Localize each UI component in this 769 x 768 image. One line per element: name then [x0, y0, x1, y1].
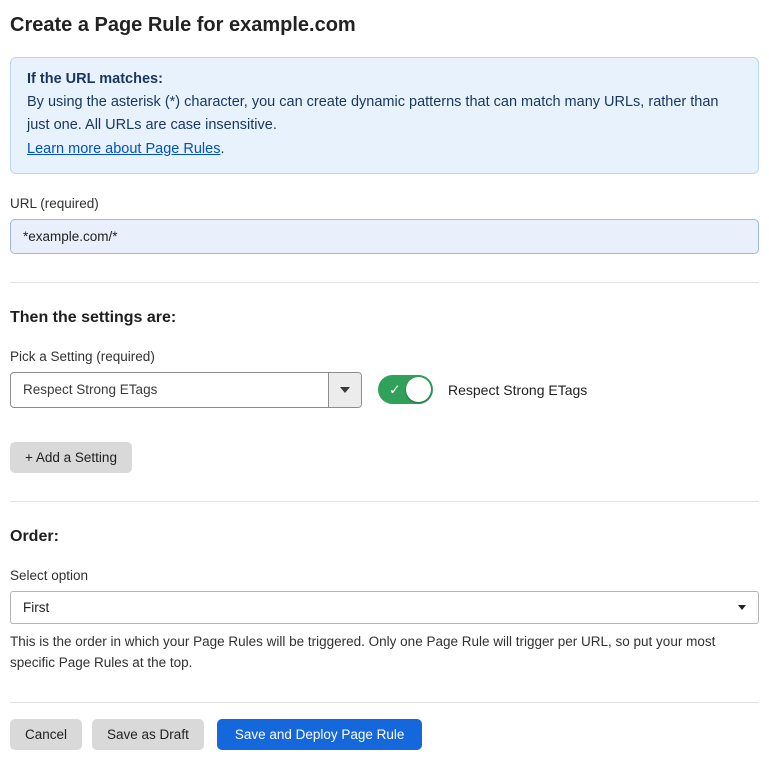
order-help-text: This is the order in which your Page Rul…: [10, 632, 755, 674]
order-select-value: First: [23, 600, 49, 615]
link-period-text: .: [220, 141, 224, 157]
info-box-body: By using the asterisk (*) character, you…: [27, 91, 742, 137]
url-input[interactable]: [10, 219, 759, 254]
page-title: Create a Page Rule for example.com: [10, 14, 759, 37]
caret-down-icon: [340, 387, 350, 393]
section-divider: [10, 282, 759, 283]
setting-row: Respect Strong ETags ✓ Respect Strong ET…: [10, 372, 759, 408]
page-rule-form: Create a Page Rule for example.com If th…: [10, 14, 759, 750]
caret-down-icon: [738, 605, 746, 610]
learn-more-link[interactable]: Learn more about Page Rules: [27, 141, 220, 157]
url-label: URL (required): [10, 196, 759, 211]
order-select-label: Select option: [10, 568, 759, 583]
setting-select-value: Respect Strong ETags: [11, 373, 328, 407]
settings-heading: Then the settings are:: [10, 309, 759, 327]
section-divider: [10, 501, 759, 502]
save-draft-button[interactable]: Save as Draft: [92, 719, 204, 750]
cancel-button[interactable]: Cancel: [10, 719, 82, 750]
pick-setting-label: Pick a Setting (required): [10, 349, 759, 364]
setting-select-caret-button[interactable]: [328, 373, 361, 407]
etags-toggle-switch[interactable]: ✓: [378, 375, 433, 404]
info-box-heading: If the URL matches:: [27, 68, 742, 91]
save-deploy-button[interactable]: Save and Deploy Page Rule: [217, 719, 423, 750]
footer-actions: Cancel Save as Draft Save and Deploy Pag…: [10, 719, 759, 750]
setting-select-dropdown[interactable]: Respect Strong ETags: [10, 372, 362, 408]
order-heading: Order:: [10, 528, 759, 546]
url-match-info-box: If the URL matches: By using the asteris…: [10, 57, 759, 174]
add-setting-button[interactable]: + Add a Setting: [10, 442, 132, 473]
check-icon: ✓: [389, 381, 401, 398]
order-select-dropdown[interactable]: First: [10, 591, 759, 624]
toggle-label: Respect Strong ETags: [448, 382, 587, 398]
info-link-row: Learn more about Page Rules.: [27, 138, 742, 161]
section-divider: [10, 702, 759, 703]
toggle-knob: [406, 377, 431, 402]
